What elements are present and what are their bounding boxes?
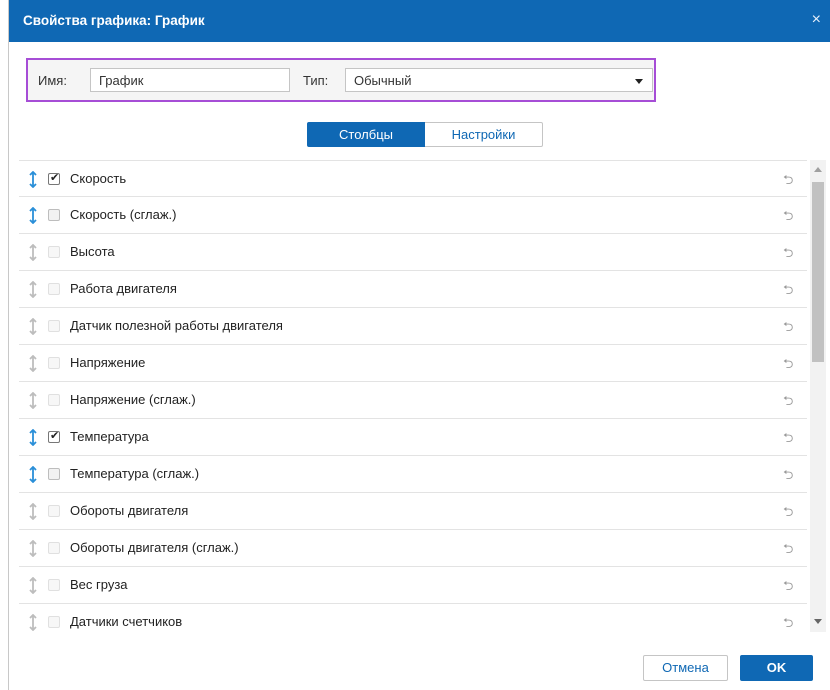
column-checkbox[interactable]: ✔ (48, 172, 60, 185)
column-label: Высота (70, 244, 115, 259)
column-row[interactable]: Скорость (сглаж.) ⮌ (19, 197, 807, 234)
column-checkbox[interactable] (48, 320, 60, 332)
cancel-button[interactable]: Отмена (643, 655, 728, 681)
column-row[interactable]: Вес груза ⮌ (19, 567, 807, 604)
type-select-value: Обычный (354, 73, 412, 88)
drag-handle-icon[interactable] (28, 355, 38, 372)
column-label: Обороты двигателя (сглаж.) (70, 540, 239, 555)
column-checkbox[interactable]: ✔ (48, 430, 60, 443)
column-row[interactable]: ✔ Скорость ⮌ (19, 160, 807, 197)
column-label: Датчики счетчиков (70, 614, 183, 629)
column-row[interactable]: Напряжение (сглаж.) ⮌ (19, 382, 807, 419)
reset-icon[interactable]: ⮌ (783, 503, 793, 525)
drag-handle-icon[interactable] (28, 281, 38, 298)
drag-handle-icon[interactable] (28, 503, 38, 520)
column-label: Датчик полезной работы двигателя (70, 318, 283, 333)
scroll-down-icon[interactable] (814, 619, 822, 624)
reset-icon[interactable]: ⮌ (783, 614, 793, 632)
reset-icon[interactable]: ⮌ (783, 281, 793, 303)
tab-settings[interactable]: Настройки (425, 122, 543, 147)
column-checkbox[interactable] (48, 505, 60, 517)
dialog-title: Свойства графика: График (23, 13, 205, 28)
drag-handle-icon[interactable] (28, 392, 38, 409)
chart-properties-dialog: Свойства графика: График × Имя: Тип: Обы… (8, 0, 830, 690)
column-row[interactable]: Напряжение ⮌ (19, 345, 807, 382)
column-checkbox[interactable] (48, 283, 60, 295)
column-label: Скорость (70, 171, 127, 186)
column-checkbox[interactable] (48, 394, 60, 406)
column-label: Температура (сглаж.) (70, 466, 200, 481)
drag-handle-icon[interactable] (28, 540, 38, 557)
ok-button[interactable]: OK (740, 655, 813, 681)
column-row[interactable]: Работа двигателя ⮌ (19, 271, 807, 308)
properties-panel: Имя: Тип: Обычный (26, 58, 656, 102)
reset-icon[interactable]: ⮌ (783, 429, 793, 451)
reset-icon[interactable]: ⮌ (783, 355, 793, 377)
name-label: Имя: (38, 73, 67, 88)
drag-handle-icon[interactable] (28, 171, 38, 188)
check-icon: ✔ (50, 172, 60, 184)
scrollbar-thumb[interactable] (812, 182, 824, 362)
name-input[interactable] (90, 68, 290, 92)
column-row[interactable]: Температура (сглаж.) ⮌ (19, 456, 807, 493)
drag-handle-icon[interactable] (28, 466, 38, 483)
reset-icon[interactable]: ⮌ (783, 577, 793, 599)
column-label: Температура (70, 429, 149, 444)
column-label: Обороты двигателя (70, 503, 189, 518)
check-icon: ✔ (50, 430, 60, 442)
reset-icon[interactable]: ⮌ (783, 466, 793, 488)
chevron-down-icon (635, 79, 643, 84)
column-checkbox[interactable] (48, 357, 60, 369)
reset-icon[interactable]: ⮌ (783, 207, 793, 229)
column-label: Скорость (сглаж.) (70, 207, 177, 222)
column-row[interactable]: Датчик полезной работы двигателя ⮌ (19, 308, 807, 345)
close-icon[interactable]: × (812, 11, 821, 29)
reset-icon[interactable]: ⮌ (783, 392, 793, 414)
type-label: Тип: (303, 73, 329, 88)
column-label: Работа двигателя (70, 281, 177, 296)
drag-handle-icon[interactable] (28, 207, 38, 224)
type-select[interactable]: Обычный (345, 68, 653, 92)
drag-handle-icon[interactable] (28, 577, 38, 594)
column-checkbox[interactable] (48, 209, 60, 221)
drag-handle-icon[interactable] (28, 614, 38, 631)
reset-icon[interactable]: ⮌ (783, 318, 793, 340)
column-label: Напряжение (70, 355, 146, 370)
column-row[interactable]: ✔ Температура ⮌ (19, 419, 807, 456)
column-row[interactable]: Обороты двигателя ⮌ (19, 493, 807, 530)
dialog-titlebar: Свойства графика: График × (9, 0, 830, 42)
list-scrollbar[interactable] (810, 160, 826, 632)
drag-handle-icon[interactable] (28, 244, 38, 261)
column-row[interactable]: Высота ⮌ (19, 234, 807, 271)
reset-icon[interactable]: ⮌ (783, 540, 793, 562)
column-list: ✔ Скорость ⮌ Скорость (сглаж.) ⮌ Высота ⮌ Работ… (19, 160, 807, 632)
column-label: Вес груза (70, 577, 128, 592)
column-label: Напряжение (сглаж.) (70, 392, 196, 407)
column-checkbox[interactable] (48, 579, 60, 591)
column-checkbox[interactable] (48, 616, 60, 628)
tab-bar: Столбцы Настройки (307, 122, 543, 147)
column-checkbox[interactable] (48, 468, 60, 480)
drag-handle-icon[interactable] (28, 318, 38, 335)
reset-icon[interactable]: ⮌ (783, 244, 793, 266)
reset-icon[interactable]: ⮌ (783, 171, 793, 193)
column-checkbox[interactable] (48, 246, 60, 258)
tab-columns[interactable]: Столбцы (307, 122, 425, 147)
scroll-up-icon[interactable] (814, 167, 822, 172)
column-row[interactable]: Датчики счетчиков ⮌ (19, 604, 807, 632)
drag-handle-icon[interactable] (28, 429, 38, 446)
column-row[interactable]: Обороты двигателя (сглаж.) ⮌ (19, 530, 807, 567)
column-checkbox[interactable] (48, 542, 60, 554)
